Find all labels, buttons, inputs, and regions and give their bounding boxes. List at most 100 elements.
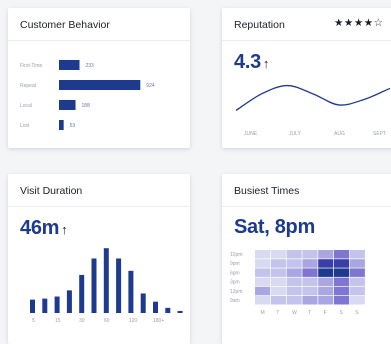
heatmap-cell <box>318 268 334 277</box>
busiest-times-heatmap: 12pm 9pm 6pm 3pm 12pm 9am M T W T F S S <box>230 250 365 316</box>
rating-number: 4.3 <box>234 51 261 73</box>
category-label: Repeat <box>20 83 37 89</box>
heatmap-cell <box>286 277 302 287</box>
histogram-bar <box>66 290 72 313</box>
reputation-line <box>235 84 391 112</box>
x-tick-label: 15 <box>55 318 61 324</box>
heatmap-cell <box>255 277 271 287</box>
x-tick-label: JULY <box>289 131 302 137</box>
value-label: 924 <box>146 83 155 89</box>
divider <box>8 206 190 207</box>
heatmap-cell <box>255 296 271 305</box>
bar <box>59 100 76 110</box>
heatmap-cell <box>270 286 286 296</box>
category-label: Local <box>20 103 32 109</box>
heatmap-cell <box>270 250 286 259</box>
reputation-title: Reputation <box>234 19 285 31</box>
x-tick-label: 60 <box>104 318 110 324</box>
visit-duration-title: Visit Duration <box>20 185 83 197</box>
busiest-times-card: Busiest Times Sat, 8pm 12pm 9pm 6pm 3pm 12pm… <box>222 174 391 344</box>
histogram-bar <box>177 310 183 313</box>
heatmap-cell <box>286 250 302 259</box>
value-label: 233 <box>86 63 95 69</box>
heatmap-cell <box>349 296 365 305</box>
heatmap-cell <box>349 277 365 287</box>
column-label: S <box>355 310 359 316</box>
customer-behavior-chart: First-Time 233 Repeat 924 Local 188 Lost 53 <box>20 60 155 130</box>
heatmap-cell <box>349 268 365 277</box>
heatmap-cell <box>302 296 318 305</box>
heatmap-cell <box>318 296 334 305</box>
column-label: T <box>308 310 311 316</box>
heatmap-cell <box>270 268 286 277</box>
heatmap-cell <box>286 268 302 277</box>
x-tick-label: 30 <box>79 318 85 324</box>
column-label: F <box>324 310 327 316</box>
divider <box>222 206 391 207</box>
heatmap-cell <box>255 268 271 277</box>
bar <box>59 80 141 90</box>
reputation-line-chart: JUNE JULY AUG SEPT <box>235 84 391 137</box>
histogram-bar <box>79 274 85 313</box>
heatmap-cell <box>334 250 350 259</box>
heatmap-cell <box>318 250 334 259</box>
x-tick-label: AUG <box>334 131 345 137</box>
value-label: 188 <box>82 103 91 109</box>
heatmap-cell <box>270 277 286 287</box>
heatmap-cell <box>270 259 286 268</box>
x-tick-label: SEPT <box>373 131 386 137</box>
histogram-bar <box>153 301 158 313</box>
column-label: W <box>292 310 297 316</box>
row-label: 9am <box>230 298 240 304</box>
histogram-bar <box>116 258 122 313</box>
x-tick-label: 5 <box>32 318 35 324</box>
x-tick-label: 180+ <box>153 318 164 324</box>
visit-duration-histogram: 5 15 30 60 120 180+ <box>30 248 183 324</box>
heatmap-cell <box>334 268 350 277</box>
visit-duration-card: Visit Duration 46m ↑ 5 15 30 60 120 180+ <box>8 174 190 344</box>
customer-behavior-card: Customer Behavior First-Time 233 Repeat 924… <box>8 8 190 148</box>
column-label: T <box>276 310 279 316</box>
customer-behavior-title: Customer Behavior <box>20 19 110 31</box>
histogram-bar <box>103 248 109 313</box>
x-tick-label: JUNE <box>244 131 258 137</box>
histogram-bar <box>42 298 48 313</box>
duration-number: 46m <box>20 217 60 239</box>
bar <box>59 60 80 70</box>
divider <box>222 40 391 41</box>
heatmap-cell <box>286 286 302 296</box>
column-label: M <box>261 310 265 316</box>
heatmap-cell <box>255 286 271 296</box>
x-tick-label: 120 <box>129 318 138 324</box>
histogram-bar <box>140 293 146 313</box>
heatmap-cell <box>334 296 350 305</box>
histogram-bar <box>30 299 35 313</box>
trend-up-icon: ↑ <box>61 222 68 237</box>
heatmap-cell <box>302 259 318 268</box>
rating-value: 4.3 ↑ <box>234 51 269 74</box>
histogram-bar <box>128 270 134 313</box>
row-label: 12pm <box>230 252 243 258</box>
visit-duration-value: 46m ↑ <box>20 217 68 240</box>
value-label: 53 <box>70 123 76 129</box>
heatmap-cell <box>302 286 318 296</box>
heatmap-cell <box>255 259 271 268</box>
histogram-bar <box>165 307 171 313</box>
heatmap-cell <box>334 277 350 287</box>
heatmap-cell <box>302 277 318 287</box>
heatmap-cell <box>334 286 350 296</box>
heatmap-cell <box>302 250 318 259</box>
row-label: 3pm <box>230 280 240 286</box>
heatmap-cell <box>255 250 271 259</box>
heatmap-cell <box>349 286 365 296</box>
histogram-bar <box>54 296 60 313</box>
category-label: First-Time <box>20 63 43 69</box>
column-label: S <box>340 310 344 316</box>
heatmap-cell <box>334 259 350 268</box>
reputation-card: Reputation ★★★★☆ 4.3 ↑ JUNE JULY AUG SEPT <box>222 8 391 148</box>
busiest-time-value: Sat, 8pm <box>234 216 315 238</box>
row-label: 6pm <box>230 270 240 276</box>
heatmap-cell <box>318 277 334 287</box>
bar <box>59 120 64 130</box>
heatmap-cell <box>270 296 286 305</box>
